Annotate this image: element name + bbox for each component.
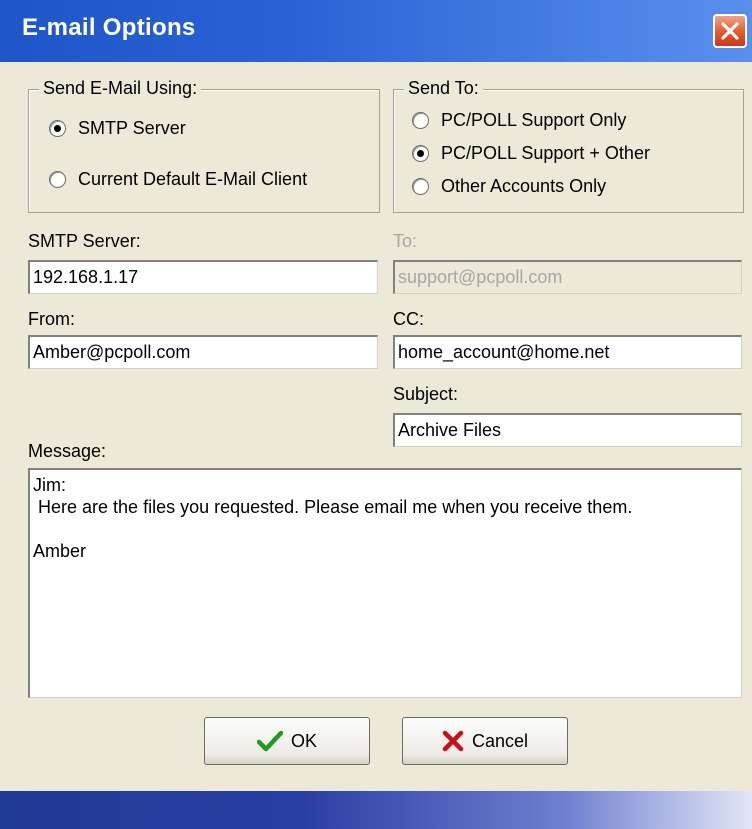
smtp-server-input[interactable]: 192.168.1.17 [28, 260, 378, 294]
radio-default-client[interactable]: Current Default E-Mail Client [49, 169, 307, 190]
from-label: From: [28, 309, 75, 329]
to-label: To: [393, 231, 418, 251]
send-using-legend: Send E-Mail Using: [39, 78, 202, 99]
radio-label: Other Accounts Only [441, 176, 607, 196]
cc-label: CC: [393, 309, 424, 329]
radio-button-checked[interactable] [49, 120, 66, 137]
send-to-group: Send To: PC/POLL Support Only PC/POLL Su… [393, 78, 744, 213]
message-textarea[interactable]: Jim: Here are the files you requested. P… [28, 468, 742, 698]
radio-button[interactable] [412, 178, 429, 195]
ok-button[interactable]: OK [204, 717, 370, 765]
dialog-body: Send E-Mail Using: SMTP Server Current D… [0, 62, 752, 791]
x-icon [442, 730, 464, 752]
close-button[interactable] [713, 14, 747, 48]
message-label: Message: [28, 441, 107, 461]
radio-other-only[interactable]: Other Accounts Only [412, 176, 606, 197]
subject-label: Subject: [393, 384, 459, 404]
radio-label: PC/POLL Support Only [441, 110, 627, 130]
smtp-server-label: SMTP Server: [28, 231, 141, 251]
radio-support-plus-other[interactable]: PC/POLL Support + Other [412, 143, 650, 164]
close-icon [721, 22, 739, 40]
radio-button[interactable] [412, 112, 429, 129]
taskbar-strip [0, 791, 752, 829]
check-icon [256, 730, 283, 752]
radio-smtp-server[interactable]: SMTP Server [49, 118, 186, 139]
radio-label: SMTP Server [78, 118, 186, 138]
title-bar[interactable]: E-mail Options [0, 0, 752, 62]
radio-label: PC/POLL Support + Other [441, 143, 650, 163]
send-to-legend: Send To: [404, 78, 483, 99]
radio-support-only[interactable]: PC/POLL Support Only [412, 110, 626, 131]
radio-button[interactable] [49, 171, 66, 188]
radio-label: Current Default E-Mail Client [78, 169, 308, 189]
to-input: support@pcpoll.com [393, 260, 742, 294]
radio-button-checked[interactable] [412, 145, 429, 162]
ok-label: OK [290, 730, 317, 751]
cc-input[interactable]: home_account@home.net [393, 335, 742, 369]
from-input[interactable]: Amber@pcpoll.com [28, 335, 378, 369]
subject-input[interactable]: Archive Files [393, 413, 742, 447]
cancel-label: Cancel [471, 730, 529, 751]
window-title: E-mail Options [22, 14, 196, 41]
cancel-button[interactable]: Cancel [402, 717, 568, 765]
send-using-group: Send E-Mail Using: SMTP Server Current D… [28, 78, 380, 213]
